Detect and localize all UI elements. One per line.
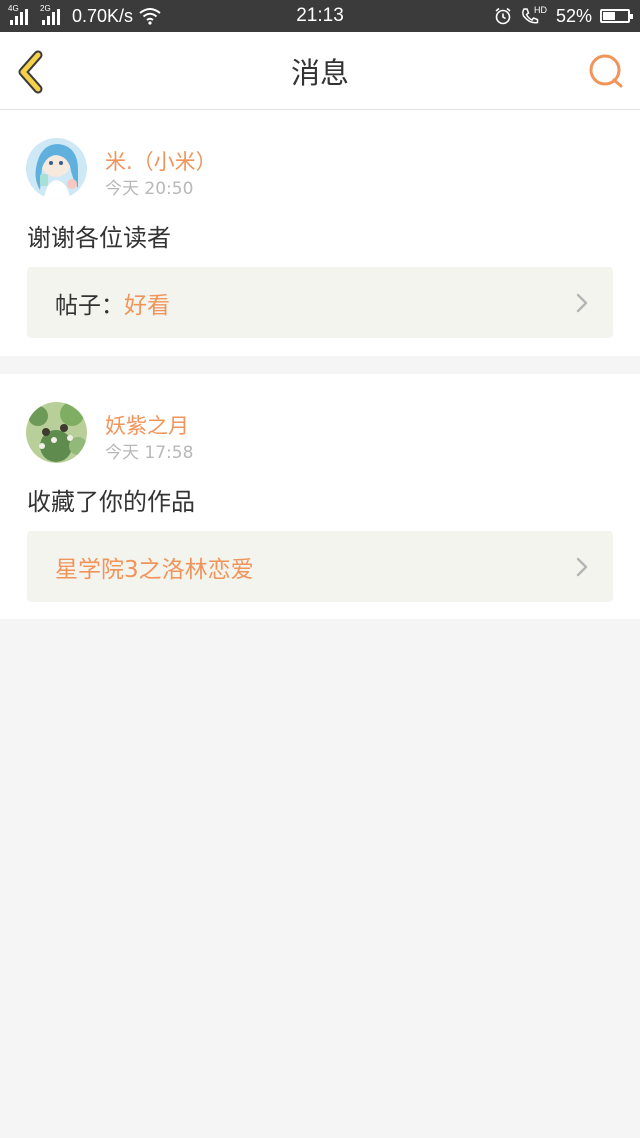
message-card: 妖紫之月 今天 17:58 收藏了你的作品 星学院3之洛林恋爱 <box>0 374 640 619</box>
page-title: 消息 <box>290 55 349 90</box>
header: 消息 <box>0 32 640 110</box>
hd-call-icon: HD <box>520 5 548 26</box>
hd-label: HD <box>533 5 547 15</box>
avatar[interactable] <box>26 402 87 463</box>
work-title: 星学院3之洛林恋爱 <box>55 556 254 583</box>
message-text: 收藏了你的作品 <box>27 488 195 516</box>
battery-fill <box>603 12 616 20</box>
battery-icon <box>600 9 633 23</box>
status-bar: 4G 2G 0.70K/s 21:13 HD 52% <box>0 0 640 32</box>
search-button[interactable] <box>586 52 626 92</box>
username[interactable]: 妖紫之月 <box>105 410 189 440</box>
chevron-right-icon <box>576 293 588 313</box>
timestamp: 今天 20:50 <box>105 179 194 199</box>
avatar[interactable] <box>26 138 87 199</box>
message-card: 米.（小米） 今天 20:50 谢谢各位读者 帖子： 好看 <box>0 110 640 356</box>
status-right: HD 52% <box>494 0 633 32</box>
post-title: 好看 <box>124 292 170 319</box>
timestamp: 今天 17:58 <box>105 443 194 463</box>
search-icon <box>589 54 623 88</box>
post-label: 帖子： <box>55 292 124 319</box>
work-link[interactable]: 星学院3之洛林恋爱 <box>27 531 613 602</box>
message-text: 谢谢各位读者 <box>27 224 171 252</box>
chevron-right-icon <box>576 557 588 577</box>
battery-percent: 52% <box>555 5 592 26</box>
post-link[interactable]: 帖子： 好看 <box>27 267 613 338</box>
username[interactable]: 米.（小米） <box>105 146 217 176</box>
alarm-icon <box>495 7 511 25</box>
